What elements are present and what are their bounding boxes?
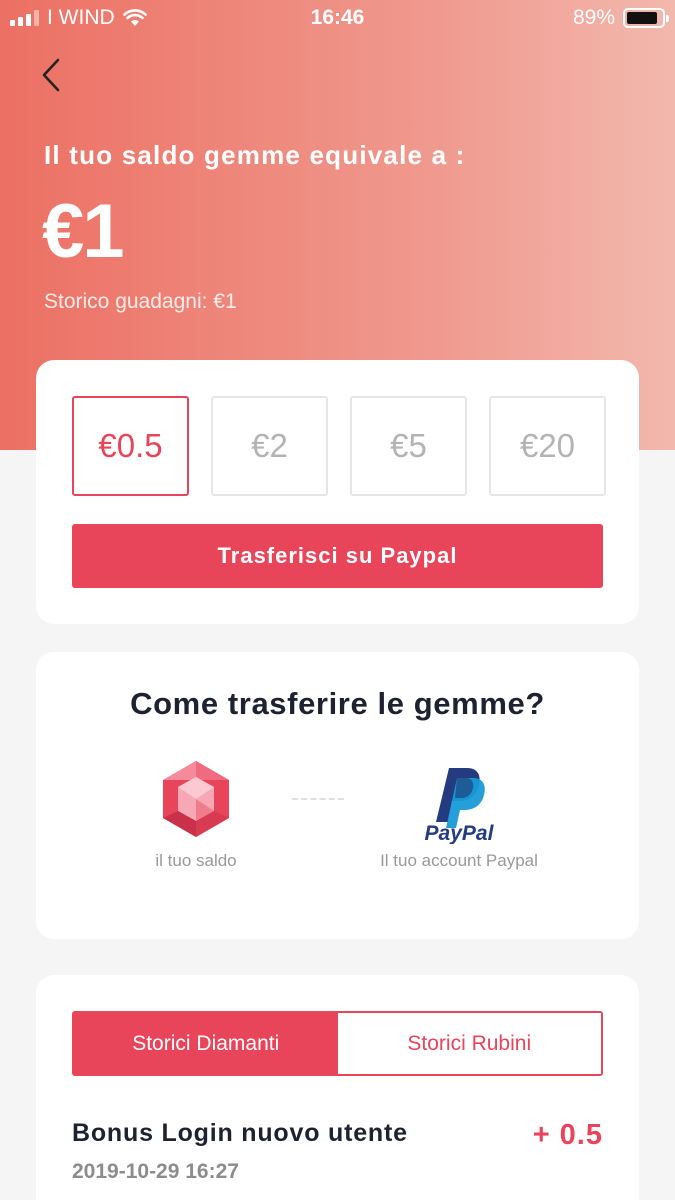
- transfer-paypal-button[interactable]: Trasferisci su Paypal: [72, 524, 603, 588]
- amount-option-2[interactable]: €2: [211, 396, 328, 496]
- history-card: Storici Diamanti Storici Rubini Bonus Lo…: [36, 975, 639, 1200]
- chevron-left-icon: [42, 58, 60, 92]
- tab-rubies-history[interactable]: Storici Rubini: [337, 1013, 601, 1074]
- amount-option-0-5[interactable]: €0.5: [72, 396, 189, 496]
- status-bar: I WIND 16:46 89%: [0, 0, 675, 36]
- tab-diamonds-history[interactable]: Storici Diamanti: [74, 1013, 338, 1074]
- back-button[interactable]: [36, 56, 72, 96]
- withdraw-card: €0.5 €2 €5 €20 Trasferisci su Paypal: [36, 360, 639, 624]
- battery-icon: [623, 8, 669, 28]
- amount-options: €0.5 €2 €5 €20: [72, 396, 606, 496]
- transaction-amount: + 0.5: [532, 1119, 603, 1151]
- amount-option-20[interactable]: €20: [489, 396, 606, 496]
- history-tabs: Storici Diamanti Storici Rubini: [72, 1011, 603, 1076]
- connector-line: [292, 798, 344, 800]
- paypal-account-label: Il tuo account Paypal: [380, 851, 538, 870]
- earnings-history: Storico guadagni: €1: [44, 290, 237, 313]
- gem-icon: [163, 761, 229, 837]
- balance-title: Il tuo saldo gemme equivale a :: [44, 140, 466, 170]
- paypal-icon: PayPal: [425, 768, 495, 844]
- balance-amount: €1: [42, 189, 125, 274]
- battery-level: [627, 12, 658, 24]
- how-to-card: Come trasferire le gemme? il tuo saldo P…: [36, 652, 639, 939]
- transaction-date: 2019-10-29 16:27: [72, 1160, 239, 1183]
- gem-balance-label: il tuo saldo: [155, 851, 237, 870]
- how-to-title: Come trasferire le gemme?: [130, 686, 545, 721]
- battery-percent: 89%: [572, 6, 615, 29]
- amount-option-5[interactable]: €5: [350, 396, 467, 496]
- paypal-wordmark: PayPal: [425, 822, 495, 844]
- transaction-title: Bonus Login nuovo utente: [72, 1119, 408, 1147]
